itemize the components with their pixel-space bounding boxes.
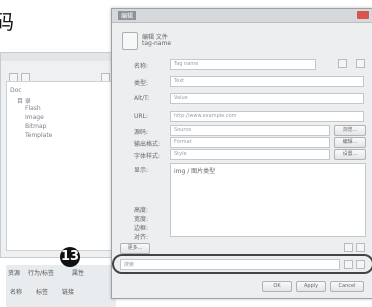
field-label: 名称:	[134, 63, 149, 70]
background-window: Doc 目 录 Flash Image Bitmap Template 资源 行…	[0, 52, 120, 307]
type-field[interactable]: Text	[170, 76, 364, 87]
tree-item[interactable]: Bitmap	[25, 123, 46, 130]
name-field[interactable]: Tag name	[170, 59, 316, 70]
content-text: img / 图片类型	[174, 168, 216, 175]
source-field[interactable]: Source	[170, 125, 330, 136]
browse-button[interactable]: 浏览...	[334, 125, 366, 136]
format-field[interactable]: Format	[170, 137, 330, 148]
tab-resources[interactable]: 资源	[8, 268, 20, 277]
help-icon[interactable]	[338, 59, 347, 68]
tree-view[interactable]: Doc 目 录 Flash Image Bitmap Template	[6, 81, 114, 251]
cancel-button[interactable]: Cancel	[330, 281, 364, 292]
tree-item[interactable]: Flash	[25, 105, 41, 112]
highlight-outline	[112, 254, 372, 274]
status-tag: 标签	[36, 289, 49, 296]
dialog-title: 编辑	[118, 11, 137, 20]
help-icon[interactable]	[356, 59, 365, 68]
field-label: 源码:	[134, 129, 149, 136]
tree-item[interactable]: 目 录	[17, 96, 31, 105]
remove-icon[interactable]	[356, 243, 365, 252]
tag-icon	[122, 32, 138, 50]
content-label: 显示:	[134, 167, 149, 174]
edit-button[interactable]: 编辑...	[334, 137, 366, 148]
dialog-header: 编辑 文件 tag-name	[122, 29, 366, 57]
style-field[interactable]: Style	[170, 149, 330, 160]
background-bottom-panel: 资源 行为/标签 属性 名称 标签 链接	[6, 265, 116, 307]
content-textarea[interactable]: img / 图片类型	[170, 163, 366, 237]
apply-button[interactable]: Apply	[296, 281, 326, 292]
status-link: 链接	[62, 289, 75, 296]
caption-text: 码	[0, 10, 14, 34]
ok-button[interactable]: OK	[262, 281, 292, 292]
field-label: 边框:	[134, 225, 149, 232]
field-label: URL:	[134, 113, 148, 120]
field-label: 高度:	[134, 207, 149, 214]
close-icon[interactable]	[357, 11, 369, 19]
settings-button[interactable]: 设置...	[334, 149, 366, 160]
dialog-titlebar: 编辑	[112, 9, 372, 23]
add-icon[interactable]	[344, 243, 353, 252]
alt-field[interactable]: Value	[170, 93, 364, 104]
tree-item[interactable]: Doc	[10, 87, 22, 94]
background-window-titlebar	[1, 53, 119, 61]
field-label: 类型:	[134, 80, 149, 87]
field-label: 字体样式:	[134, 153, 161, 160]
url-field[interactable]: http://www.example.com	[170, 111, 364, 122]
tree-item[interactable]: Template	[25, 132, 52, 139]
tab-behaviors[interactable]: 行为/标签	[28, 268, 54, 277]
field-label: Alt/T:	[134, 95, 150, 102]
field-label: 对齐:	[134, 234, 149, 241]
field-label: 输出格式:	[134, 141, 161, 148]
tree-item[interactable]: Image	[25, 114, 44, 121]
header-subtitle: tag-name	[142, 40, 172, 47]
tab-properties[interactable]: 属性	[72, 268, 84, 277]
step-badge: 13	[60, 247, 80, 267]
status-name: 名称	[10, 289, 23, 296]
more-button[interactable]: 更多...	[120, 243, 150, 254]
field-label: 宽度:	[134, 216, 149, 223]
